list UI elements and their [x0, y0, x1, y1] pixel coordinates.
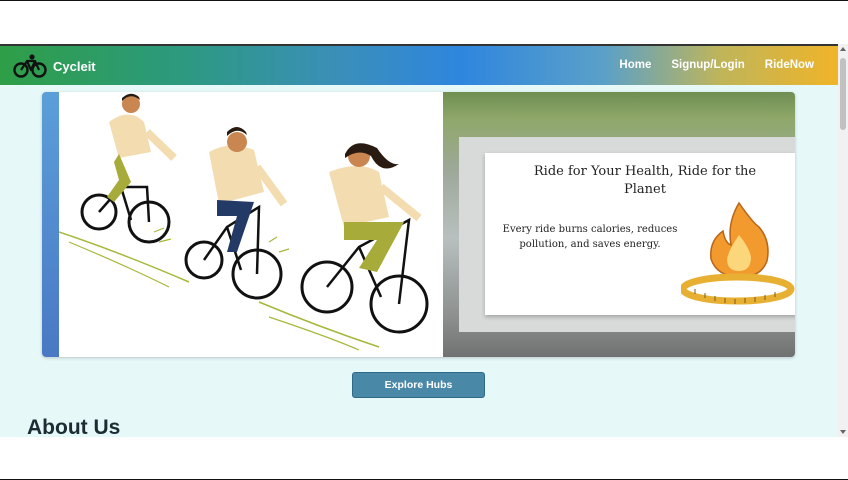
- explore-hubs-button[interactable]: Explore Hubs: [352, 372, 485, 398]
- slide-photo: Ride for Your Health, Ride for the Plane…: [443, 92, 795, 357]
- nav-link-ridenow[interactable]: RideNow: [765, 59, 814, 71]
- measuring-tape-icon: [681, 273, 795, 305]
- browser-top-area: [0, 0, 848, 44]
- cyclist-3: [300, 143, 429, 334]
- cyclist-1: [80, 93, 177, 244]
- slide-card: Ride for Your Health, Ride for the Plane…: [485, 153, 795, 315]
- nav-link-home[interactable]: Home: [619, 59, 651, 71]
- scrollbar[interactable]: [838, 44, 848, 437]
- scroll-up-arrow-icon[interactable]: [840, 47, 846, 51]
- scroll-down-arrow-icon[interactable]: [840, 430, 846, 434]
- bicycle-icon: [13, 54, 47, 78]
- scrollbar-thumb[interactable]: [840, 58, 846, 130]
- slide-title: Ride for Your Health, Ride for the Plane…: [533, 164, 757, 197]
- carousel-prev-strip[interactable]: [42, 92, 59, 357]
- about-us-heading: About Us: [27, 416, 121, 437]
- nav-links: Home Signup/Login RideNow: [619, 59, 814, 71]
- page-viewport: Cycleit Home Signup/Login RideNow Ride f…: [0, 44, 848, 437]
- flame-icon: [710, 201, 769, 278]
- navbar: Cycleit Home Signup/Login RideNow: [0, 44, 838, 85]
- cyclist-2: [184, 127, 288, 300]
- brand-name: Cycleit: [53, 58, 96, 74]
- brand[interactable]: Cycleit: [13, 53, 96, 79]
- slide-text: Every ride burns calories, reduces pollu…: [502, 224, 678, 250]
- slide-illustration: [681, 201, 795, 305]
- hero-carousel: Ride for Your Health, Ride for the Plane…: [42, 92, 795, 357]
- cyclists-illustration: [59, 93, 429, 351]
- browser-bottom-area: [0, 437, 848, 480]
- nav-link-signup-login[interactable]: Signup/Login: [671, 59, 744, 71]
